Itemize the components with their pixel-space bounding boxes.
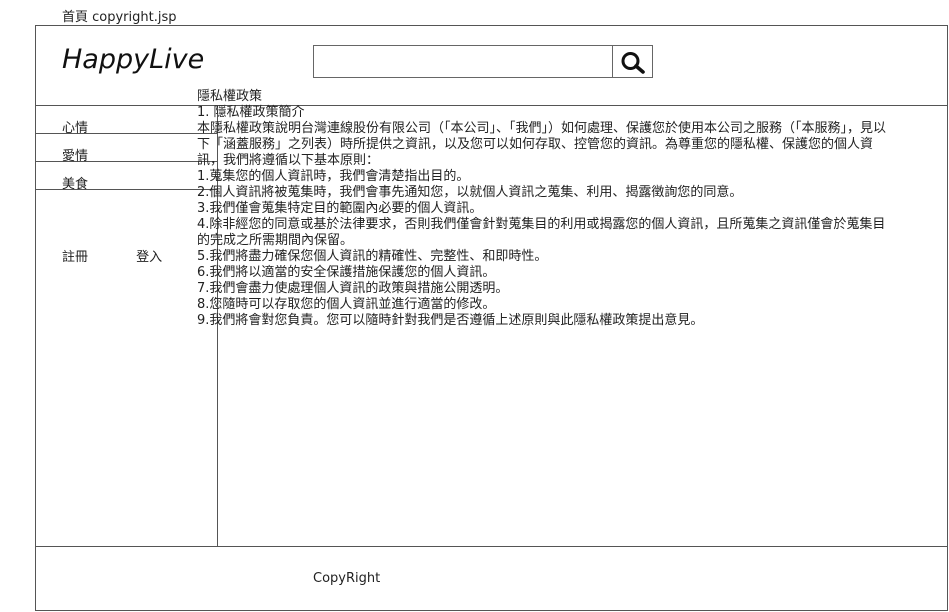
sidebar: 心情 愛情 美食 註冊 登入: [36, 106, 218, 546]
auth-links: 註冊 登入: [62, 246, 162, 265]
page-title: 隱私權政策: [197, 89, 263, 104]
principle-item: 7.我們會盡力使處理個人資訊的政策與措施公開透明。: [197, 281, 509, 296]
principle-item: 2.個人資訊將被蒐集時，我們會事先通知您，以就個人資訊之蒐集、利用、揭露徵詢您的…: [197, 185, 743, 200]
sidebar-item-love[interactable]: 愛情: [36, 134, 217, 164]
search-button[interactable]: [612, 45, 653, 78]
principle-item: 4.除非經您的同意或基於法律要求，否則我們僅會針對蒐集目的利用或揭露您的個人資訊…: [197, 217, 886, 248]
copyright-text: CopyRight: [313, 571, 381, 586]
principle-item: 3.我們僅會蒐集特定目的範圍內必要的個人資訊。: [197, 201, 483, 216]
sidebar-item-food[interactable]: 美食: [36, 162, 217, 192]
sidebar-nav: 心情 愛情 美食: [36, 106, 217, 192]
register-link[interactable]: 註冊: [62, 246, 88, 265]
main-content: 隱私權政策 1. 隱私權政策簡介 本隱私權政策說明台灣連線股份有限公司（「本公司…: [197, 89, 897, 329]
search-input[interactable]: [313, 45, 613, 78]
intro-paragraph: 本隱私權政策說明台灣連線股份有限公司（「本公司」、「我們」）如何處理、保護您於使…: [197, 121, 887, 168]
principle-item: 8.您隨時可以存取您的個人資訊並進行適當的修改。: [197, 297, 496, 312]
principle-item: 1.蒐集您的個人資訊時，我們會清楚指出目的。: [197, 169, 470, 184]
principle-item: 9.我們將會對您負責。您可以隨時針對我們是否遵循上述原則與此隱私權政策提出意見。: [197, 313, 704, 328]
sidebar-item-label: 美食: [62, 177, 89, 192]
breadcrumb: 首頁 copyright.jsp: [62, 10, 177, 25]
principle-item: 6.我們將以適當的安全保護措施保護您的個人資訊。: [197, 265, 496, 280]
sidebar-item-mood[interactable]: 心情: [36, 106, 217, 136]
site-logo[interactable]: HappyLive: [62, 44, 204, 75]
footer: CopyRight: [36, 546, 947, 610]
login-link[interactable]: 登入: [136, 246, 162, 265]
principle-item: 5.我們將盡力確保您個人資訊的精確性、完整性、和即時性。: [197, 249, 548, 264]
section-heading: 1. 隱私權政策簡介: [197, 105, 305, 120]
search-icon: [621, 52, 645, 74]
